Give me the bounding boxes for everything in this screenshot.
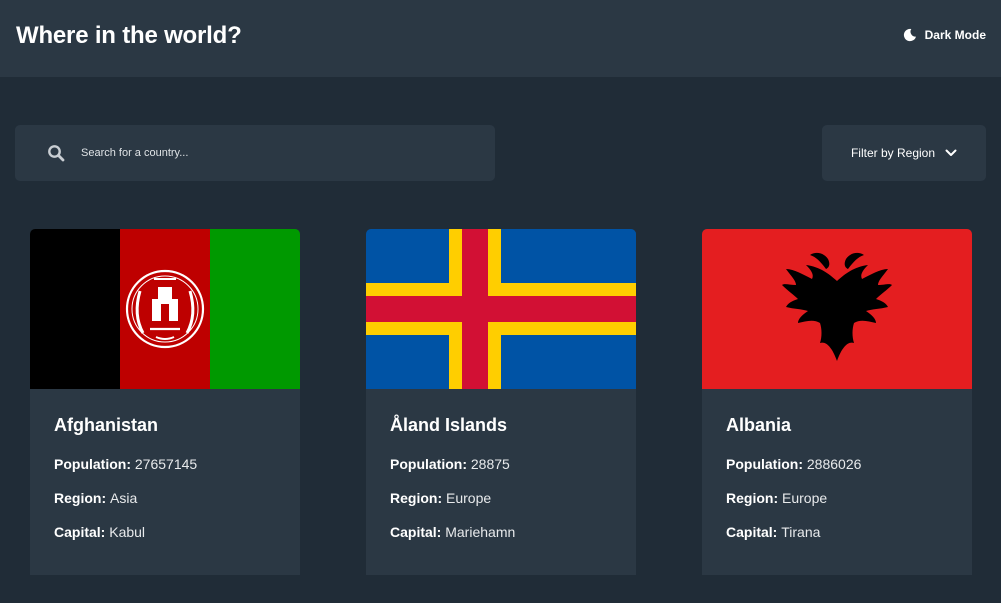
country-name: Afghanistan	[54, 415, 159, 435]
region-value: Asia	[110, 490, 138, 506]
country-name: Åland Islands	[390, 415, 508, 435]
country-card-albania[interactable]: Albania Population: 2886026 Region: Euro…	[702, 229, 972, 575]
flag-afghanistan	[30, 229, 300, 389]
population-label: Population:	[726, 456, 807, 472]
country-name: Albania	[726, 415, 792, 435]
region-label: Region:	[54, 490, 110, 506]
region-label: Region:	[726, 490, 782, 506]
moon-icon	[903, 28, 916, 42]
population-label: Population:	[390, 456, 471, 472]
region-filter-dropdown[interactable]: Filter by Region	[822, 125, 986, 181]
population-row: Population: 27657145	[54, 456, 276, 473]
page-title: Where in the world?	[16, 22, 242, 49]
capital-row: Capital: Kabul	[54, 524, 276, 541]
dark-mode-label: Dark Mode	[924, 28, 986, 42]
population-value: 28875	[470, 456, 510, 472]
region-label: Region:	[390, 490, 446, 506]
country-card-aland-islands[interactable]: Åland Islands Population: 28875 Region: …	[366, 229, 636, 575]
region-row: Region: Europe	[390, 490, 612, 507]
capital-value: Mariehamn	[445, 524, 516, 540]
search-input[interactable]	[81, 147, 461, 159]
dark-mode-toggle[interactable]: Dark Mode	[903, 28, 986, 42]
region-value: Europe	[446, 490, 492, 506]
search-icon	[48, 145, 65, 162]
population-row: Population: 2886026	[726, 456, 948, 473]
flag-albania	[702, 229, 972, 389]
population-label: Population:	[54, 456, 135, 472]
country-card-afghanistan[interactable]: Afghanistan Population: 27657145 Region:…	[30, 229, 300, 575]
population-value: 2886026	[806, 456, 862, 472]
capital-value: Tirana	[781, 524, 821, 540]
capital-value: Kabul	[109, 524, 146, 540]
search-bar	[15, 125, 495, 181]
top-bar: Where in the world? Dark Mode	[0, 0, 1001, 77]
capital-label: Capital:	[726, 524, 782, 540]
filter-label: Filter by Region	[850, 146, 936, 160]
population-value: 27657145	[134, 456, 198, 472]
region-row: Region: Europe	[726, 490, 948, 507]
capital-label: Capital:	[54, 524, 110, 540]
region-row: Region: Asia	[54, 490, 276, 507]
chevron-down-icon	[945, 149, 957, 156]
flag-aland-islands	[366, 229, 636, 389]
capital-label: Capital:	[390, 524, 446, 540]
region-value: Europe	[782, 490, 828, 506]
population-row: Population: 28875	[390, 456, 612, 473]
capital-row: Capital: Mariehamn	[390, 524, 612, 541]
capital-row: Capital: Tirana	[726, 524, 948, 541]
